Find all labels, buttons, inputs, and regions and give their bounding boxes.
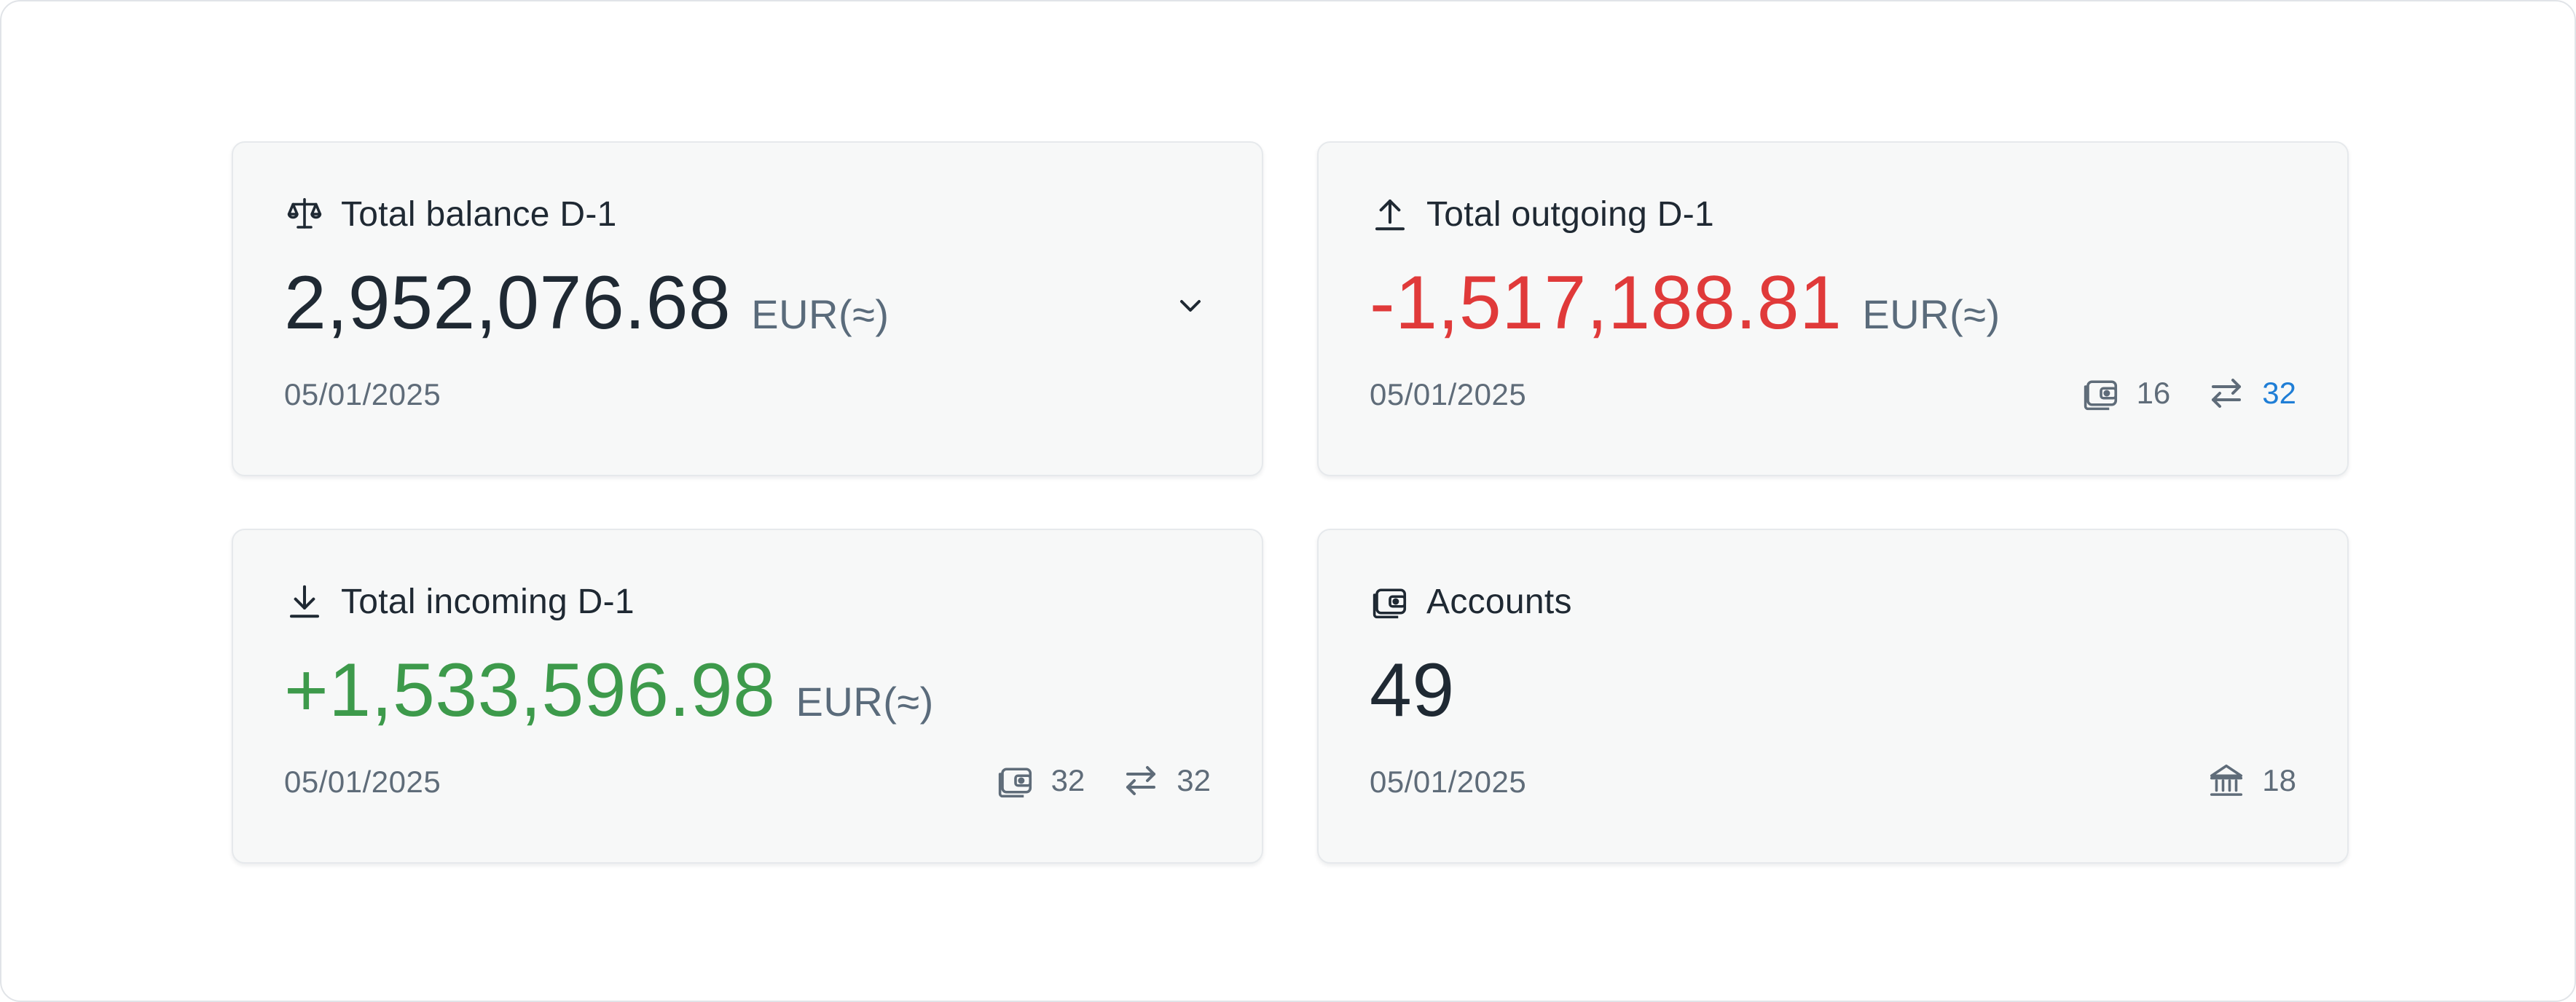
wallet-icon: [1370, 581, 1410, 622]
dashboard-frame: Total balance D-1 2,952,076.68 EUR(≈) 05…: [0, 0, 2576, 1002]
transactions-stat[interactable]: 32: [2207, 374, 2296, 413]
accounts-count: 32: [1051, 763, 1085, 797]
total-incoming-amount: +1,533,596.98: [284, 648, 776, 733]
card-header: Total balance D-1: [284, 194, 617, 234]
card-title: Total incoming D-1: [341, 582, 635, 621]
transactions-count-link[interactable]: 32: [2262, 376, 2296, 411]
balance-date: 05/01/2025: [284, 377, 441, 411]
total-balance-card: Total balance D-1 2,952,076.68 EUR(≈) 05…: [232, 141, 1263, 476]
wallet-icon: [996, 761, 1035, 800]
accounts-date: 05/01/2025: [1370, 765, 1527, 799]
total-outgoing-amount: -1,517,188.81: [1370, 261, 1842, 345]
amount-row: 2,952,076.68 EUR(≈): [284, 259, 890, 347]
accounts-total: 49: [1370, 648, 1455, 733]
accounts-count: 16: [2136, 376, 2171, 410]
total-outgoing-card: Total outgoing D-1 -1,517,188.81 EUR(≈) …: [1317, 141, 2349, 476]
card-header: Accounts: [1370, 581, 1572, 622]
amount-row: 49: [1370, 647, 1455, 734]
summary-cards-grid: Total balance D-1 2,952,076.68 EUR(≈) 05…: [232, 141, 2349, 864]
transfer-arrows-icon: [1121, 761, 1161, 800]
outgoing-stats: 16 32: [2058, 373, 2296, 414]
download-arrow-icon: [284, 581, 325, 622]
transactions-stat: 32: [1121, 761, 1211, 800]
outgoing-date: 05/01/2025: [1370, 377, 1527, 411]
currency-label: EUR(≈): [751, 291, 890, 337]
card-header: Total incoming D-1: [284, 581, 635, 622]
banks-count: 18: [2262, 763, 2296, 797]
currency-label: EUR(≈): [1862, 291, 2000, 337]
transactions-count: 32: [1177, 763, 1211, 797]
wallet-icon: [2081, 374, 2121, 413]
amount-row: -1,517,188.81 EUR(≈): [1370, 259, 2000, 347]
card-title: Accounts: [1426, 582, 1572, 621]
incoming-date: 05/01/2025: [284, 765, 441, 799]
scale-icon: [284, 194, 325, 234]
amount-row: +1,533,596.98 EUR(≈): [284, 647, 934, 734]
card-header: Total outgoing D-1: [1370, 194, 1714, 234]
accounts-stat: 16: [2081, 374, 2171, 413]
chevron-down-icon[interactable]: [1170, 285, 1211, 326]
transfer-arrows-icon: [2207, 374, 2246, 413]
total-incoming-card: Total incoming D-1 +1,533,596.98 EUR(≈) …: [232, 529, 1263, 864]
upload-arrow-icon: [1370, 194, 1410, 234]
accounts-stats: 18: [2183, 760, 2296, 801]
bank-icon: [2207, 761, 2246, 800]
currency-label: EUR(≈): [796, 679, 934, 725]
accounts-card: Accounts 49 05/01/2025 18: [1317, 529, 2349, 864]
accounts-stat: 32: [996, 761, 1085, 800]
card-title: Total balance D-1: [341, 194, 617, 234]
total-balance-amount: 2,952,076.68: [284, 261, 731, 345]
banks-stat: 18: [2207, 761, 2296, 800]
incoming-stats: 32 32: [973, 760, 1211, 801]
card-title: Total outgoing D-1: [1426, 194, 1714, 234]
